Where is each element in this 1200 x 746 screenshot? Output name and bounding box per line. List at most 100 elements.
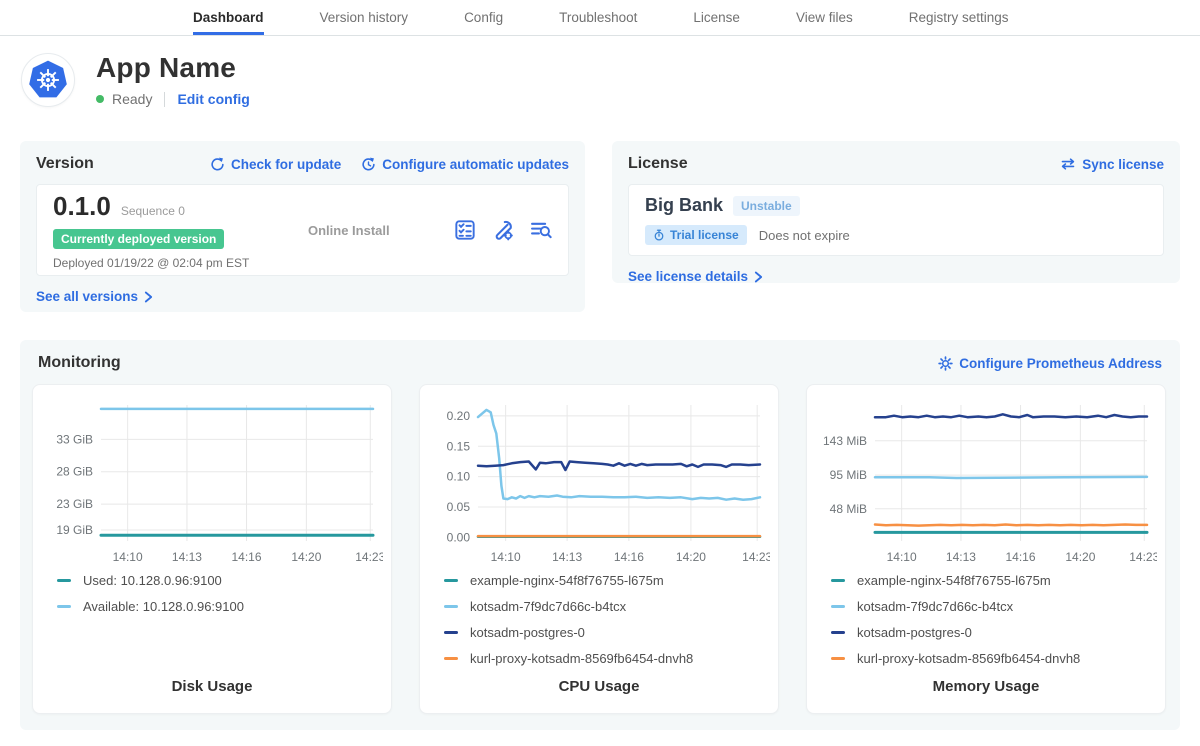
svg-text:48 MiB: 48 MiB bbox=[830, 502, 867, 516]
svg-text:23 GiB: 23 GiB bbox=[56, 497, 93, 511]
license-card-title: License bbox=[628, 155, 688, 173]
legend-swatch bbox=[831, 631, 845, 634]
app-meta: App Name Ready Edit config bbox=[96, 52, 250, 107]
svg-text:14:10: 14:10 bbox=[887, 550, 917, 564]
tab-dashboard[interactable]: Dashboard bbox=[193, 0, 264, 35]
legend-item: kotsadm-7f9dc7d66c-b4tcx bbox=[831, 599, 1155, 614]
preflight-checklist-icon bbox=[454, 219, 476, 241]
svg-text:95 MiB: 95 MiB bbox=[830, 468, 867, 482]
version-card-title: Version bbox=[36, 155, 94, 173]
sync-license-link[interactable]: Sync license bbox=[1060, 157, 1164, 172]
svg-text:14:16: 14:16 bbox=[232, 550, 262, 564]
tab-config[interactable]: Config bbox=[464, 0, 503, 35]
tab-license[interactable]: License bbox=[693, 0, 740, 35]
license-summary-row: Big Bank Unstable Trial license Does not… bbox=[628, 184, 1164, 256]
svg-text:28 GiB: 28 GiB bbox=[56, 465, 93, 479]
legend-item: kurl-proxy-kotsadm-8569fb6454-dnvh8 bbox=[444, 651, 768, 666]
chevron-right-icon bbox=[754, 271, 763, 283]
configure-prometheus-link[interactable]: Configure Prometheus Address bbox=[938, 356, 1162, 371]
kots-dashboard-page: Dashboard Version history Config Trouble… bbox=[0, 0, 1200, 746]
svg-text:14:20: 14:20 bbox=[291, 550, 321, 564]
svg-text:14:13: 14:13 bbox=[946, 550, 976, 564]
chart-title-memory: Memory Usage bbox=[817, 678, 1155, 703]
legend-label: kotsadm-7f9dc7d66c-b4tcx bbox=[857, 599, 1013, 614]
legend-swatch bbox=[57, 605, 71, 608]
install-type-label: Online Install bbox=[278, 223, 454, 238]
legend-label: example-nginx-54f8f76755-l675m bbox=[857, 573, 1051, 588]
update-schedule-icon bbox=[361, 157, 376, 172]
svg-text:14:20: 14:20 bbox=[1065, 550, 1095, 564]
deployed-timestamp: Deployed 01/19/22 @ 02:04 pm EST bbox=[53, 256, 278, 270]
disk-usage-legend: Used: 10.128.0.96:9100 Available: 10.128.… bbox=[43, 573, 381, 625]
svg-text:14:13: 14:13 bbox=[172, 550, 202, 564]
preflight-checks-button[interactable] bbox=[454, 219, 476, 241]
legend-label: Available: 10.128.0.96:9100 bbox=[83, 599, 244, 614]
svg-text:14:16: 14:16 bbox=[614, 550, 644, 564]
ready-status-dot bbox=[96, 95, 104, 103]
legend-item: example-nginx-54f8f76755-l675m bbox=[831, 573, 1155, 588]
tab-troubleshoot[interactable]: Troubleshoot bbox=[559, 0, 637, 35]
legend-item: kotsadm-postgres-0 bbox=[444, 625, 768, 640]
version-card: Version Check for update Configure au bbox=[20, 141, 585, 312]
check-for-update-link[interactable]: Check for update bbox=[210, 157, 341, 172]
license-expiry: Does not expire bbox=[759, 228, 850, 243]
legend-swatch bbox=[444, 631, 458, 634]
svg-text:14:20: 14:20 bbox=[676, 550, 706, 564]
svg-text:143 MiB: 143 MiB bbox=[823, 434, 867, 448]
chart-title-cpu: CPU Usage bbox=[430, 678, 768, 703]
legend-item: example-nginx-54f8f76755-l675m bbox=[444, 573, 768, 588]
license-card: License Sync license Big Bank Unstable bbox=[612, 141, 1180, 283]
deploy-logs-button[interactable] bbox=[530, 219, 552, 241]
app-status: Ready bbox=[112, 91, 152, 107]
svg-text:0.00: 0.00 bbox=[447, 530, 471, 544]
legend-label: kotsadm-postgres-0 bbox=[857, 625, 972, 640]
legend-label: kurl-proxy-kotsadm-8569fb6454-dnvh8 bbox=[470, 651, 693, 666]
legend-swatch bbox=[831, 657, 845, 660]
version-number: 0.1.0 bbox=[53, 191, 111, 222]
channel-badge: Unstable bbox=[733, 196, 800, 216]
cpu-usage-chart: 0.000.050.100.150.2014:1014:1314:1614:20… bbox=[430, 395, 770, 567]
see-license-details-link[interactable]: See license details bbox=[628, 269, 763, 284]
svg-text:14:13: 14:13 bbox=[552, 550, 582, 564]
legend-item: Used: 10.128.0.96:9100 bbox=[57, 573, 381, 588]
legend-label: example-nginx-54f8f76755-l675m bbox=[470, 573, 664, 588]
legend-label: kotsadm-7f9dc7d66c-b4tcx bbox=[470, 599, 626, 614]
configure-automatic-updates-link[interactable]: Configure automatic updates bbox=[361, 157, 569, 172]
app-logo bbox=[21, 53, 75, 107]
page-title: App Name bbox=[96, 52, 250, 84]
svg-text:19 GiB: 19 GiB bbox=[56, 523, 93, 537]
edit-config-link[interactable]: Edit config bbox=[177, 91, 249, 107]
kubernetes-icon bbox=[27, 59, 69, 101]
legend-label: kurl-proxy-kotsadm-8569fb6454-dnvh8 bbox=[857, 651, 1080, 666]
disk-usage-card: 19 GiB23 GiB28 GiB33 GiB14:1014:1314:161… bbox=[32, 384, 392, 714]
sync-icon bbox=[1060, 157, 1076, 171]
tab-view-files[interactable]: View files bbox=[796, 0, 853, 35]
legend-swatch bbox=[444, 657, 458, 660]
customer-name: Big Bank bbox=[645, 195, 723, 216]
disk-usage-chart: 19 GiB23 GiB28 GiB33 GiB14:1014:1314:161… bbox=[43, 395, 383, 567]
svg-text:33 GiB: 33 GiB bbox=[56, 432, 93, 446]
legend-item: Available: 10.128.0.96:9100 bbox=[57, 599, 381, 614]
refresh-icon bbox=[210, 157, 225, 172]
tab-version-history[interactable]: Version history bbox=[320, 0, 409, 35]
svg-text:14:23: 14:23 bbox=[355, 550, 383, 564]
cpu-usage-legend: example-nginx-54f8f76755-l675m kotsadm-7f… bbox=[430, 573, 768, 677]
chevron-right-icon bbox=[144, 291, 153, 303]
legend-swatch bbox=[57, 579, 71, 582]
top-nav: Dashboard Version history Config Trouble… bbox=[0, 0, 1200, 36]
svg-text:0.15: 0.15 bbox=[447, 439, 471, 453]
svg-text:14:10: 14:10 bbox=[491, 550, 521, 564]
svg-text:14:23: 14:23 bbox=[1129, 550, 1157, 564]
stopwatch-icon bbox=[653, 229, 665, 241]
edit-config-button[interactable] bbox=[492, 219, 514, 241]
svg-text:14:23: 14:23 bbox=[742, 550, 770, 564]
legend-item: kotsadm-7f9dc7d66c-b4tcx bbox=[444, 599, 768, 614]
app-header: App Name Ready Edit config bbox=[21, 52, 250, 107]
see-all-versions-link[interactable]: See all versions bbox=[36, 289, 153, 304]
sequence-label: Sequence 0 bbox=[121, 204, 185, 218]
tab-registry-settings[interactable]: Registry settings bbox=[909, 0, 1009, 35]
cpu-usage-card: 0.000.050.100.150.2014:1014:1314:1614:20… bbox=[419, 384, 779, 714]
current-version-row: 0.1.0 Sequence 0 Currently deployed vers… bbox=[36, 184, 569, 276]
legend-swatch bbox=[444, 579, 458, 582]
wrench-gear-icon bbox=[492, 219, 514, 241]
